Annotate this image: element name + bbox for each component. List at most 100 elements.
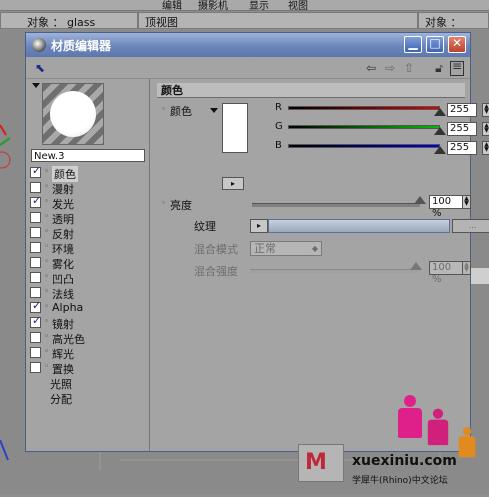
- color-slider-track[interactable]: [288, 144, 440, 148]
- channel-item[interactable]: ◦ 法线: [30, 286, 148, 301]
- channel-item[interactable]: ✓ ◦ 镜射: [30, 314, 148, 331]
- mix-strength-thumb[interactable]: [410, 262, 422, 270]
- texture-field[interactable]: [268, 219, 450, 233]
- color-slider-track[interactable]: [288, 106, 440, 110]
- channel-item[interactable]: ✓ ◦ 颜色: [30, 164, 148, 182]
- watermark-figure-magenta-small: [427, 408, 449, 450]
- color-slider-thumb[interactable]: [434, 146, 446, 154]
- color-value-spinner[interactable]: ▲ ▼: [482, 141, 489, 155]
- arrow-right-icon[interactable]: ⇨: [382, 60, 398, 76]
- channel-item[interactable]: ◦ 透明: [30, 211, 148, 226]
- channel-checkbox[interactable]: [30, 287, 41, 298]
- channel-checkbox[interactable]: [30, 242, 41, 253]
- menu-display[interactable]: 显示: [249, 0, 269, 12]
- channel-dot-icon: ◦: [44, 287, 50, 297]
- panel-icon[interactable]: ≡: [450, 60, 464, 76]
- channel-label: 法线: [52, 288, 74, 301]
- channel-checkbox[interactable]: ✓: [30, 194, 41, 208]
- channel-item[interactable]: ◦ 反射: [30, 226, 148, 241]
- mix-strength-slider[interactable]: [250, 269, 420, 273]
- material-ball-icon: [32, 38, 46, 52]
- channel-checkbox[interactable]: [30, 212, 41, 223]
- channel-label: 雾化: [52, 258, 74, 271]
- arrow-left-icon[interactable]: ⇦: [363, 60, 379, 76]
- channel-checkbox[interactable]: ✓: [30, 299, 41, 313]
- channel-dot-icon: ◦: [44, 197, 50, 207]
- channel-checkbox[interactable]: [30, 272, 41, 283]
- channel-checkbox[interactable]: [30, 332, 41, 343]
- watermark-subtitle: 学犀牛(Rhino)中文论坛: [352, 476, 448, 486]
- color-value-field[interactable]: 255: [447, 141, 477, 155]
- mix-strength-value[interactable]: 100 %: [429, 261, 463, 285]
- brightness-value[interactable]: 100 %: [429, 195, 463, 219]
- channel-checkbox[interactable]: [30, 182, 41, 193]
- mix-mode-select[interactable]: 正常 ◆: [250, 241, 322, 256]
- channel-item[interactable]: ◦ 漫射: [30, 181, 148, 196]
- channel-checkbox[interactable]: ✓: [30, 314, 41, 328]
- channel-dot-icon: ◦: [44, 347, 50, 357]
- menu-view[interactable]: 视图: [288, 0, 308, 12]
- watermark-logo: M: [298, 444, 344, 482]
- channel-letter: B: [275, 140, 282, 151]
- cursor-pick-icon[interactable]: ⬉: [32, 60, 48, 76]
- channel-checkbox[interactable]: [30, 347, 41, 358]
- color-swatch[interactable]: [222, 103, 248, 153]
- mix-strength-spinner[interactable]: ▲ ▼: [462, 261, 471, 275]
- material-name-field[interactable]: New.3: [31, 149, 145, 162]
- maximize-button[interactable]: □: [426, 36, 444, 53]
- channel-label: 辉光: [52, 348, 74, 361]
- arrow-up-icon[interactable]: ⇧: [401, 60, 417, 76]
- material-editor-window: 材质编辑器 ▁ □ ✕ ⬉ ⇦ ⇨ ⇧ 🔓︎ ≡ New.3 ✓ ◦ 颜色 ◦ 漫射 ✓ ◦…: [25, 32, 489, 452]
- color-slider-track[interactable]: [288, 125, 440, 129]
- title-bar[interactable]: 材质编辑器 ▁ □ ✕: [26, 33, 470, 57]
- channel-label: 高光色: [52, 333, 85, 346]
- color-slider-thumb[interactable]: [434, 108, 446, 116]
- color-value-spinner[interactable]: ▲ ▼: [482, 103, 489, 117]
- channel-checkbox[interactable]: ✓: [30, 164, 42, 178]
- editor-toolbar: ⬉ ⇦ ⇨ ⇧ 🔓︎ ≡: [26, 58, 470, 79]
- mix-mode-label: 混合模式: [194, 243, 238, 256]
- channel-item[interactable]: ✓ ◦ 发光: [30, 194, 148, 211]
- channel-checkbox[interactable]: [30, 227, 41, 238]
- close-button[interactable]: ✕: [448, 36, 466, 53]
- preview-menu-arrow-icon[interactable]: [32, 83, 40, 88]
- close-icon: ✕: [451, 36, 463, 50]
- channel-checkbox[interactable]: [30, 257, 41, 268]
- color-mode-arrow-icon[interactable]: [210, 108, 218, 113]
- channel-item[interactable]: ◦ 环境: [30, 241, 148, 256]
- channel-item[interactable]: ◦ 辉光: [30, 346, 148, 361]
- color-picker-button[interactable]: ▸: [222, 177, 244, 190]
- color-value-spinner[interactable]: ▲ ▼: [482, 122, 489, 136]
- channel-label: 环境: [52, 243, 74, 256]
- material-preview[interactable]: [42, 83, 104, 145]
- channel-dot-icon: ◦: [44, 272, 50, 282]
- menu-camera[interactable]: 摄影机: [198, 0, 228, 12]
- channel-dot-icon: ◦: [44, 362, 50, 372]
- brightness-spinner[interactable]: ▲ ▼: [462, 195, 471, 209]
- checkmark-icon: ✓: [32, 164, 42, 177]
- minimize-button[interactable]: ▁: [404, 36, 422, 53]
- channel-item[interactable]: ◦ 高光色: [30, 331, 148, 346]
- channel-label: Alpha: [52, 301, 84, 314]
- menu-edit[interactable]: 编辑: [162, 0, 182, 12]
- channel-item[interactable]: ◦ 凹凸: [30, 271, 148, 286]
- channel-checkbox[interactable]: [30, 362, 41, 373]
- texture-menu-button[interactable]: ▸: [250, 219, 268, 233]
- channel-item[interactable]: 分配: [30, 391, 148, 406]
- brightness-slider-thumb[interactable]: [414, 196, 426, 204]
- channel-letter: R: [275, 102, 282, 113]
- channel-label: 凹凸: [52, 273, 74, 286]
- color-value-field[interactable]: 255: [447, 122, 477, 136]
- channel-dot-icon: ◦: [44, 317, 50, 327]
- channel-item[interactable]: ◦ 置换: [30, 361, 148, 376]
- channel-label: 分配: [50, 393, 72, 406]
- brightness-slider[interactable]: [252, 203, 420, 207]
- color-value-field[interactable]: 255: [447, 103, 477, 117]
- texture-browse-button[interactable]: ...: [452, 219, 489, 233]
- color-slider-thumb[interactable]: [434, 127, 446, 135]
- channel-item[interactable]: 光照: [30, 376, 148, 391]
- channel-item[interactable]: ◦ 雾化: [30, 256, 148, 271]
- lock-icon[interactable]: 🔓︎: [431, 60, 447, 76]
- channel-item[interactable]: ✓ ◦ Alpha: [30, 299, 148, 316]
- channel-dot-icon: ◦: [44, 167, 50, 177]
